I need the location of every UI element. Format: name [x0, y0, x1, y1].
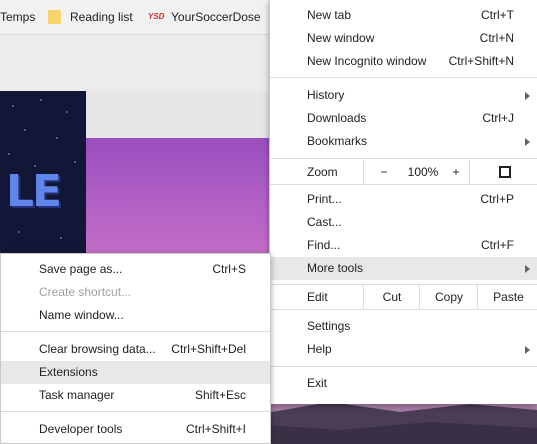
menu-item-label: Extensions	[39, 365, 98, 379]
menu-item-label: Cast...	[307, 215, 342, 229]
zoom-out-button[interactable]: −	[363, 160, 404, 184]
menu-item-label: Clear browsing data...	[39, 342, 156, 356]
menu-item-label: New window	[307, 31, 375, 45]
menu-item-downloads[interactable]: Downloads Ctrl+J	[270, 107, 537, 130]
submenu-item-name-window[interactable]: Name window...	[1, 304, 270, 327]
menu-item-label: More tools	[307, 261, 364, 275]
edit-row: Edit Cut Copy Paste	[270, 285, 537, 309]
submenu-arrow-icon	[525, 92, 530, 100]
menu-separator	[1, 331, 270, 332]
menu-separator	[270, 158, 537, 159]
submenu-item-save-page-as[interactable]: Save page as... Ctrl+S	[1, 258, 270, 281]
menu-separator	[1, 411, 270, 412]
yoursoccerdose-favicon-icon: YSD	[148, 12, 165, 21]
folder-icon	[48, 10, 61, 24]
menu-item-settings[interactable]: Settings	[270, 315, 537, 338]
menu-item-label: Print...	[307, 192, 342, 206]
menu-item-label: Name window...	[39, 308, 124, 322]
menu-item-shortcut: Shift+Esc	[194, 388, 246, 402]
menu-separator	[270, 184, 537, 185]
menu-item-label: Exit	[307, 376, 328, 390]
menu-item-new-incognito-window[interactable]: New Incognito window Ctrl+Shift+N	[270, 50, 537, 73]
menu-item-shortcut: Ctrl+S	[212, 262, 246, 276]
submenu-item-clear-browsing-data[interactable]: Clear browsing data... Ctrl+Shift+Del	[1, 338, 270, 361]
menu-item-shortcut: Ctrl+Shift+Del	[171, 342, 246, 356]
fullscreen-icon	[499, 166, 511, 178]
menu-item-shortcut: Ctrl+J	[482, 111, 514, 125]
menu-item-new-tab[interactable]: New tab Ctrl+T	[270, 4, 537, 27]
menu-item-shortcut: Ctrl+P	[480, 192, 514, 206]
menu-item-shortcut: Ctrl+Shift+N	[448, 54, 514, 68]
menu-item-label: Downloads	[307, 111, 367, 125]
submenu-item-task-manager[interactable]: Task manager Shift+Esc	[1, 384, 270, 407]
bookmark-reading-list[interactable]: Reading list	[70, 9, 133, 25]
menu-separator	[270, 77, 537, 78]
menu-item-label: Help	[307, 342, 332, 356]
menu-item-label: New Incognito window	[307, 54, 427, 68]
menu-item-shortcut: Ctrl+T	[481, 8, 514, 22]
fullscreen-button[interactable]	[469, 160, 537, 184]
menu-item-exit[interactable]: Exit	[270, 372, 537, 395]
menu-item-label: Task manager	[39, 388, 115, 402]
copy-button[interactable]: Copy	[419, 285, 478, 309]
zoom-row: Zoom − 100% +	[270, 160, 537, 184]
paste-button[interactable]: Paste	[477, 285, 537, 309]
submenu-arrow-icon	[525, 138, 530, 146]
menu-item-bookmarks[interactable]: Bookmarks	[270, 130, 537, 153]
edit-label: Edit	[307, 290, 328, 304]
submenu-arrow-icon	[525, 346, 530, 354]
menu-item-find[interactable]: Find... Ctrl+F	[270, 234, 537, 257]
menu-item-label: Find...	[307, 238, 341, 252]
submenu-arrow-icon	[525, 265, 530, 273]
menu-item-label: Settings	[307, 319, 351, 333]
menu-item-label: Bookmarks	[307, 134, 368, 148]
menu-item-more-tools[interactable]: More tools	[270, 257, 537, 280]
zoom-level-value: 100%	[407, 165, 439, 179]
submenu-item-developer-tools[interactable]: Developer tools Ctrl+Shift+I	[1, 418, 270, 441]
menu-item-shortcut: Ctrl+N	[479, 31, 514, 45]
menu-item-label: Save page as...	[39, 262, 123, 276]
bookmark-temps[interactable]: Temps	[0, 9, 35, 25]
chrome-main-menu: New tab Ctrl+T New window Ctrl+N New Inc…	[269, 0, 537, 404]
menu-item-cast[interactable]: Cast...	[270, 211, 537, 234]
menu-item-label: Create shortcut...	[39, 285, 132, 299]
submenu-item-create-shortcut: Create shortcut...	[1, 281, 270, 304]
menu-item-label: Developer tools	[39, 422, 123, 436]
submenu-item-extensions[interactable]: Extensions	[1, 361, 270, 384]
bookmark-yoursoccerdose[interactable]: YourSoccerDose	[171, 9, 261, 25]
zoom-in-button[interactable]: +	[443, 160, 469, 184]
menu-separator	[270, 309, 537, 310]
zoom-label: Zoom	[307, 165, 338, 179]
menu-item-new-window[interactable]: New window Ctrl+N	[270, 27, 537, 50]
more-tools-submenu: Save page as... Ctrl+S Create shortcut..…	[0, 253, 271, 444]
cut-button[interactable]: Cut	[363, 285, 420, 309]
menu-item-label: History	[307, 88, 345, 102]
menu-item-print[interactable]: Print... Ctrl+P	[270, 188, 537, 211]
menu-item-label: New tab	[307, 8, 352, 22]
menu-item-history[interactable]: History	[270, 84, 537, 107]
menu-item-shortcut: Ctrl+F	[481, 238, 514, 252]
menu-item-help[interactable]: Help	[270, 338, 537, 361]
menu-separator	[270, 366, 537, 367]
menu-item-shortcut: Ctrl+Shift+I	[185, 422, 246, 436]
game-title-letters: LE	[6, 166, 62, 217]
